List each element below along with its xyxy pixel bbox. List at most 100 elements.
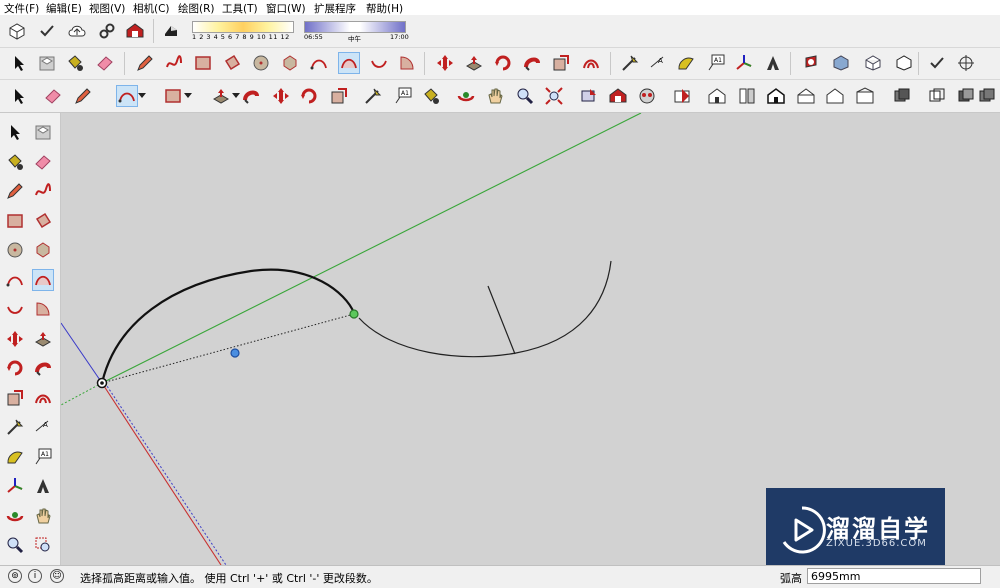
- tool-button-check[interactable]: [926, 52, 948, 74]
- tool-button-top-view[interactable]: [736, 85, 758, 107]
- tool-button-offset[interactable]: [580, 52, 602, 74]
- tool-button-push-pull[interactable]: [463, 52, 485, 74]
- tool-button-wireframe[interactable]: [862, 52, 884, 74]
- tool-button-arc[interactable]: [4, 269, 26, 291]
- menu-item-6[interactable]: 窗口(W): [266, 1, 306, 16]
- tool-button-scale[interactable]: [328, 85, 350, 107]
- tool-button-move[interactable]: [434, 52, 456, 74]
- tool-button-scale[interactable]: [4, 387, 26, 409]
- tool-button-iso-view[interactable]: [706, 85, 728, 107]
- tool-button-arc-2point[interactable]: [32, 268, 54, 291]
- tool-button-hidden-line[interactable]: [893, 52, 915, 74]
- tool-button-axes[interactable]: [4, 475, 26, 497]
- tool-button-offset[interactable]: [32, 387, 54, 409]
- tool-button-group[interactable]: [891, 85, 913, 107]
- tool-button-rotate[interactable]: [4, 357, 26, 379]
- tool-button-eraser[interactable]: [94, 52, 116, 74]
- tool-button-pie[interactable]: [32, 298, 54, 320]
- tool-button-scale[interactable]: [550, 52, 572, 74]
- tool-button-zoom[interactable]: [4, 534, 26, 556]
- tool-button-make-component[interactable]: [32, 121, 54, 143]
- tool-button-3d-text[interactable]: [762, 52, 784, 74]
- tool-button-arc-2point[interactable]: [338, 52, 360, 74]
- tool-button-arc-3point[interactable]: [368, 52, 390, 74]
- tool-button-text[interactable]: A1: [392, 85, 414, 107]
- menu-item-7[interactable]: 扩展程序: [314, 1, 356, 16]
- tool-button-arc[interactable]: [116, 85, 138, 107]
- tool-button-dimension[interactable]: A: [32, 416, 54, 438]
- menu-item-0[interactable]: 文件(F): [4, 1, 39, 16]
- tool-button-rectangle[interactable]: [162, 85, 184, 107]
- tool-button-front-view[interactable]: [765, 85, 787, 107]
- measurements-input[interactable]: 6995mm: [807, 568, 981, 584]
- tool-button-pie[interactable]: [396, 52, 418, 74]
- tool-button-intersect[interactable]: [955, 85, 977, 107]
- user-icon[interactable]: ☺: [50, 569, 64, 583]
- tool-button-select[interactable]: [8, 85, 30, 107]
- tool-button-freehand[interactable]: [163, 52, 185, 74]
- tool-button-outer-shell[interactable]: [926, 85, 948, 107]
- tool-button-move[interactable]: [4, 328, 26, 350]
- tool-button-pencil[interactable]: [4, 180, 26, 202]
- shadow-toggle-button[interactable]: [160, 20, 182, 42]
- tool-button-arc-3point[interactable]: [4, 298, 26, 320]
- tool-button-section-plane[interactable]: [800, 52, 822, 74]
- tool-button-paint-bucket[interactable]: [4, 151, 26, 173]
- tool-button-rectangle[interactable]: [4, 210, 26, 232]
- tool-button-eraser[interactable]: [42, 85, 64, 107]
- tool-button-axes[interactable]: [733, 52, 755, 74]
- tool-button-paint-bucket[interactable]: [64, 52, 86, 74]
- dropdown-arrow-rect[interactable]: [184, 93, 192, 98]
- tool-button-polygon[interactable]: [279, 52, 301, 74]
- tool-button-share[interactable]: [636, 85, 658, 107]
- tool-button-pan[interactable]: [484, 85, 506, 107]
- tool-button-paint-bucket[interactable]: [420, 85, 442, 107]
- tool-button-back-view[interactable]: [824, 85, 846, 107]
- tool-button-polygon[interactable]: [32, 239, 54, 261]
- tool-button-orbit[interactable]: [4, 505, 26, 527]
- tool-button-rectangle[interactable]: [192, 52, 214, 74]
- tool-button-make-component[interactable]: [36, 52, 58, 74]
- tool-button-arc[interactable]: [308, 52, 330, 74]
- tool-button-previous-view[interactable]: [578, 85, 600, 107]
- tool-button-xray[interactable]: [830, 52, 852, 74]
- tool-button-tape-measure[interactable]: [619, 52, 641, 74]
- tool-button-eraser[interactable]: [32, 151, 54, 173]
- menu-item-3[interactable]: 相机(C): [133, 1, 170, 16]
- tool-button-check[interactable]: [36, 20, 58, 42]
- tool-button-pencil[interactable]: [72, 85, 94, 107]
- tool-button-follow-me[interactable]: [521, 52, 543, 74]
- tool-button-text[interactable]: A1: [705, 52, 727, 74]
- tool-button-dimension[interactable]: A: [647, 52, 669, 74]
- tool-button-follow-me[interactable]: [240, 85, 262, 107]
- tool-button-text[interactable]: A1: [32, 446, 54, 468]
- tool-button-pencil[interactable]: [134, 52, 156, 74]
- credits-icon[interactable]: i: [28, 569, 42, 583]
- tool-button-link[interactable]: [96, 20, 118, 42]
- tool-button-circle[interactable]: [4, 239, 26, 261]
- tool-button-zoom-extents[interactable]: [543, 85, 565, 107]
- tool-button-extension[interactable]: [671, 85, 693, 107]
- menu-item-4[interactable]: 绘图(R): [178, 1, 215, 16]
- tool-button-rotated-rectangle[interactable]: [32, 210, 54, 232]
- tool-button-rotate[interactable]: [298, 85, 320, 107]
- tool-button-circle[interactable]: [250, 52, 272, 74]
- tool-button-pan[interactable]: [32, 505, 54, 527]
- tool-button-rotated-rectangle[interactable]: [221, 52, 243, 74]
- tool-button-freehand[interactable]: [32, 180, 54, 202]
- chord-midpoint[interactable]: [230, 348, 240, 358]
- arc-end-point[interactable]: [349, 309, 359, 319]
- tool-button-follow-me[interactable]: [32, 357, 54, 379]
- tool-button-zoom-window[interactable]: [32, 534, 54, 556]
- tool-button-right-view[interactable]: [795, 85, 817, 107]
- tool-button-select[interactable]: [4, 121, 26, 143]
- tool-button-union[interactable]: [976, 85, 998, 107]
- tool-button-warehouse[interactable]: [607, 85, 629, 107]
- tool-button-tape-measure[interactable]: [4, 416, 26, 438]
- tool-button-cloud-upload[interactable]: [66, 20, 88, 42]
- menu-item-2[interactable]: 视图(V): [89, 1, 125, 16]
- tool-button-push-pull[interactable]: [32, 328, 54, 350]
- tool-button-warehouse[interactable]: [124, 20, 146, 42]
- menu-item-5[interactable]: 工具(T): [222, 1, 258, 16]
- tool-button-move[interactable]: [270, 85, 292, 107]
